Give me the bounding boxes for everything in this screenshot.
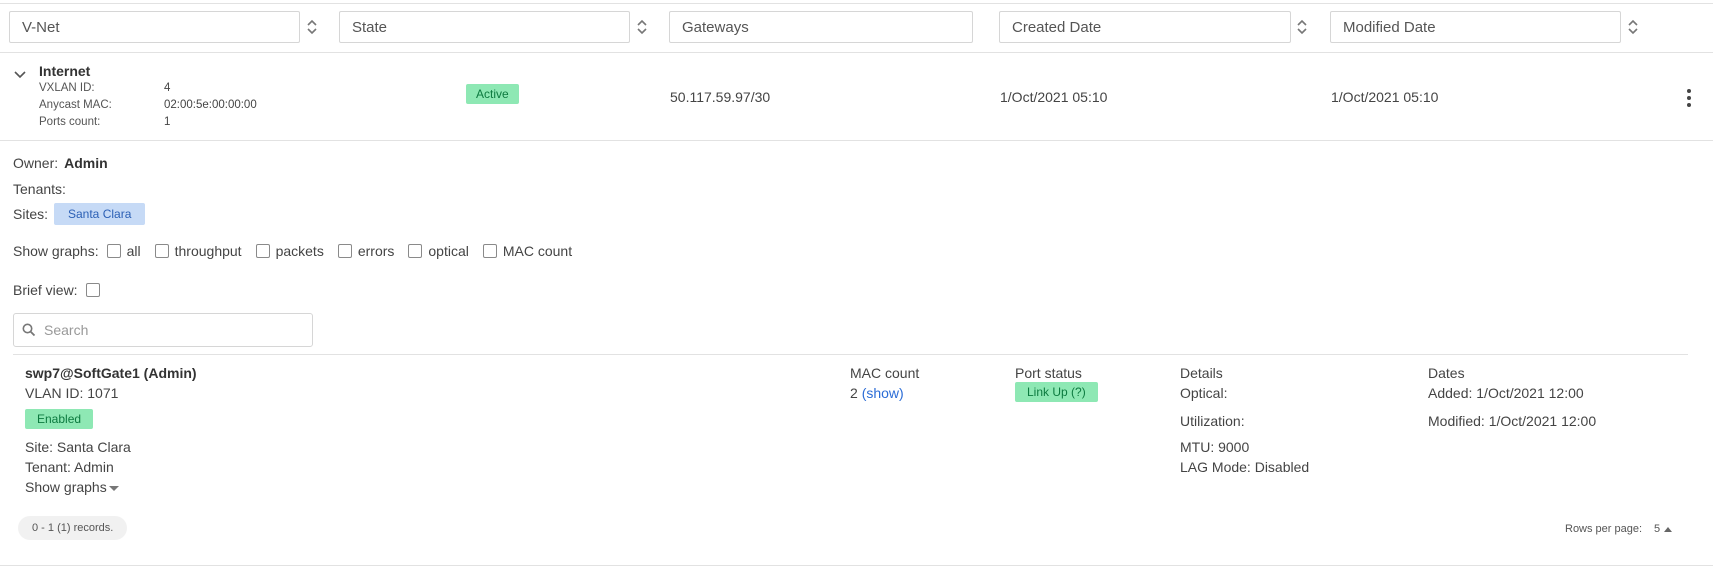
more-options-icon[interactable] [1682, 89, 1696, 107]
port-divider [13, 354, 1688, 355]
modified-date-filter[interactable]: Modified Date [1330, 11, 1621, 43]
search-icon [22, 323, 36, 337]
modified-date-value: 1/Oct/2021 05:10 [1331, 89, 1439, 105]
vnet-filter[interactable]: V-Net [9, 11, 300, 43]
port-vlan: VLAN ID: 1071 [25, 385, 119, 401]
graph-option-errors[interactable]: errors [330, 243, 395, 259]
port-tenant: Tenant: Admin [25, 459, 114, 475]
created-date-sort-icon[interactable] [1295, 17, 1309, 37]
top-divider [0, 3, 1713, 4]
state-filter[interactable]: State [339, 11, 630, 43]
state-cell: Active [466, 84, 519, 104]
port-status-header: Port status [1015, 365, 1082, 381]
owner-label: Owner: [13, 155, 59, 171]
graph-option-packets[interactable]: packets [248, 243, 324, 259]
link-up-badge[interactable]: Link Up (?) [1015, 382, 1098, 402]
mac-count-value: 2 [850, 385, 858, 401]
dates-header: Dates [1428, 365, 1465, 381]
tenants-label: Tenants: [13, 181, 66, 197]
mac-count-header: MAC count [850, 365, 920, 381]
vnet-filter-label: V-Net [22, 18, 60, 36]
search-placeholder: Search [44, 322, 89, 338]
graph-option-label: MAC count [502, 243, 573, 259]
rows-per-page-label: Rows per page: [1565, 523, 1643, 535]
utilization-label: Utilization: [1180, 413, 1245, 429]
mac-count-line: 2 (show) [850, 385, 904, 401]
mac-show-link[interactable]: (show) [862, 385, 904, 401]
optical-label: Optical: [1180, 385, 1228, 401]
graph-option-optical[interactable]: optical [400, 243, 469, 259]
graph-option-label: throughput [174, 243, 242, 259]
gateways-filter-label: Gateways [682, 18, 749, 36]
graph-option-throughput[interactable]: throughput [147, 243, 242, 259]
checkbox[interactable] [106, 244, 121, 258]
show-graphs-group: Show graphs: all throughput packets erro… [13, 243, 578, 259]
port-modified-date: Modified: 1/Oct/2021 12:00 [1428, 413, 1597, 429]
vnet-name[interactable]: Internet [39, 63, 90, 79]
checkbox[interactable] [408, 244, 423, 258]
owner-value: Admin [64, 155, 108, 171]
status-badge: Active [466, 84, 519, 104]
caret-up-icon [1664, 527, 1673, 532]
graph-option-label: packets [275, 243, 324, 259]
graph-option-label: all [126, 243, 141, 259]
brief-view-group: Brief view: [13, 282, 106, 298]
created-date-value: 1/Oct/2021 05:10 [1000, 89, 1108, 105]
sites-label: Sites: [13, 206, 49, 222]
show-graphs-label: Show graphs: [13, 243, 99, 259]
vxlan-label: VXLAN ID: [39, 82, 95, 94]
caret-down-icon [108, 485, 119, 491]
vxlan-value: 4 [164, 82, 171, 94]
created-date-filter-label: Created Date [1012, 18, 1102, 36]
graph-option-label: errors [357, 243, 395, 259]
modified-date-sort-icon[interactable] [1626, 17, 1640, 37]
anycast-mac-value: 02:00:5e:00:00:00 [164, 99, 257, 111]
lag-mode: LAG Mode: Disabled [1180, 459, 1310, 475]
vnet-sort-icon[interactable] [305, 17, 319, 37]
graph-option-mac-count[interactable]: MAC count [475, 243, 572, 259]
gateways-filter[interactable]: Gateways [669, 11, 973, 43]
ports-count-value: 1 [164, 116, 171, 128]
rows-per-page-value: 5 [1654, 523, 1661, 535]
chevron-down-icon[interactable] [13, 68, 27, 82]
port-site: Site: Santa Clara [25, 439, 131, 455]
graph-option-label: optical [428, 243, 469, 259]
brief-view-checkbox[interactable] [85, 283, 100, 297]
checkbox[interactable] [154, 244, 169, 258]
header-divider [0, 52, 1713, 53]
owner-line: Owner: Admin [13, 155, 108, 171]
row-divider [0, 140, 1713, 141]
show-graphs-toggle-label: Show graphs [25, 479, 107, 495]
port-title[interactable]: swp7@SoftGate1 (Admin) [25, 365, 197, 381]
rows-per-page: Rows per page: 5 [1565, 523, 1673, 535]
records-count: 0 - 1 (1) records. [18, 516, 128, 540]
checkbox[interactable] [482, 244, 497, 258]
mtu-value: MTU: 9000 [1180, 439, 1250, 455]
brief-view-label: Brief view: [13, 282, 78, 298]
ports-count-label: Ports count: [39, 116, 101, 128]
checkbox[interactable] [337, 244, 352, 258]
show-graphs-toggle[interactable]: Show graphs [25, 479, 119, 495]
site-chip[interactable]: Santa Clara [54, 203, 146, 225]
bottom-divider [0, 565, 1713, 566]
checkbox[interactable] [255, 244, 270, 258]
graph-option-all[interactable]: all [99, 243, 141, 259]
enabled-badge: Enabled [25, 409, 94, 429]
search-input[interactable]: Search [13, 313, 313, 347]
created-date-filter[interactable]: Created Date [999, 11, 1291, 43]
added-date: Added: 1/Oct/2021 12:00 [1428, 385, 1584, 401]
gateway-value: 50.117.59.97/30 [670, 89, 771, 105]
state-sort-icon[interactable] [635, 17, 649, 37]
state-filter-label: State [352, 18, 388, 36]
modified-date-filter-label: Modified Date [1343, 18, 1436, 36]
details-header: Details [1180, 365, 1223, 381]
rows-per-page-select[interactable]: 5 [1654, 523, 1673, 535]
anycast-mac-label: Anycast MAC: [39, 99, 112, 111]
